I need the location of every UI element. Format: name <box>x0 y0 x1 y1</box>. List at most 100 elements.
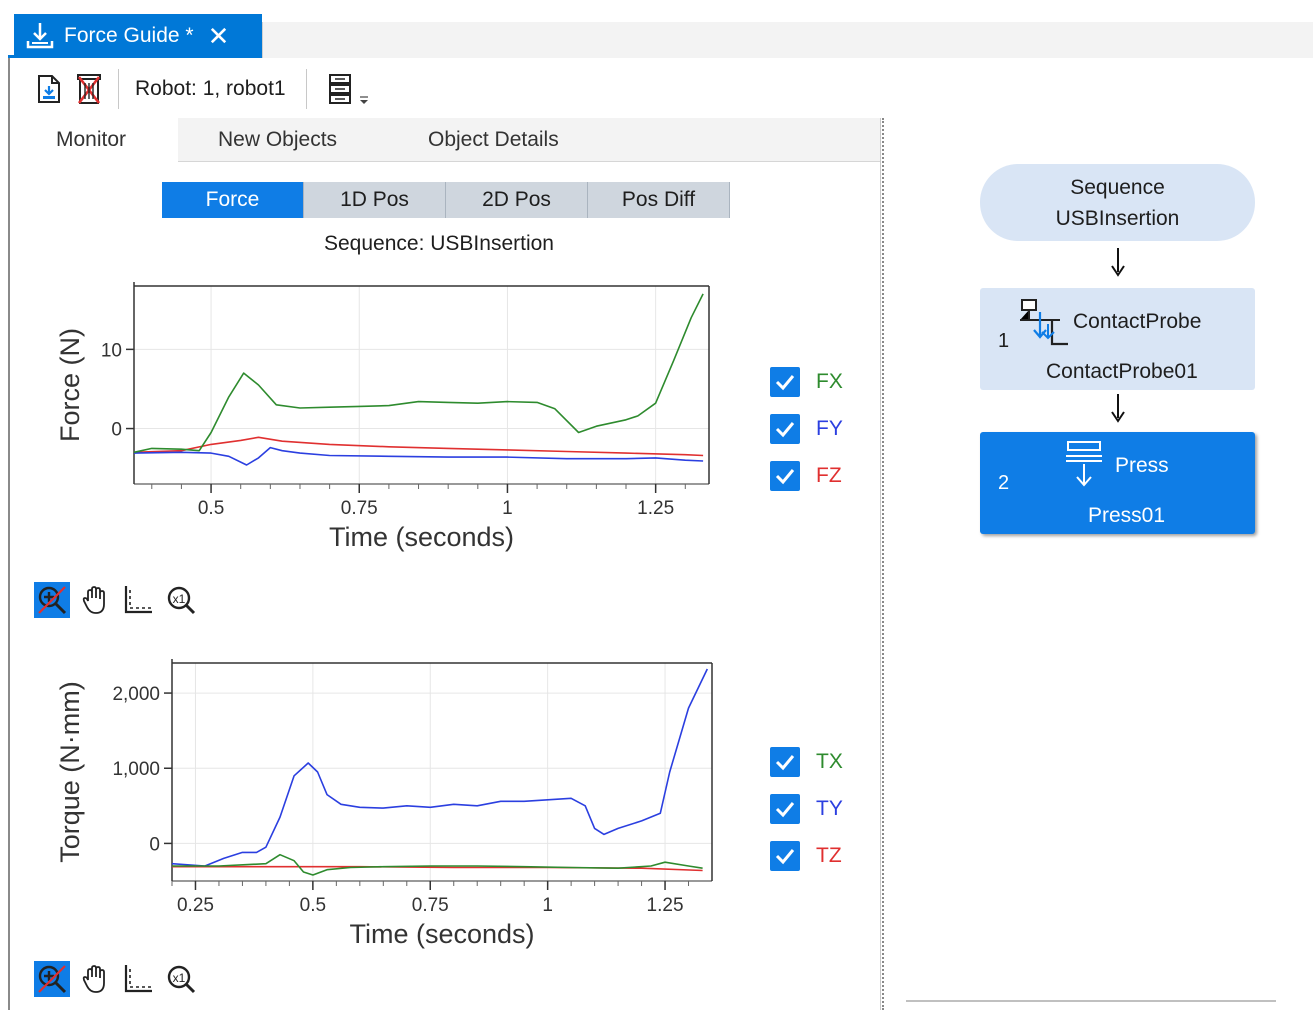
x-tick-label: 1 <box>502 498 513 519</box>
flow-arrow-down-icon <box>1111 248 1125 277</box>
toolbar-separator <box>118 69 119 109</box>
tab-monitor[interactable]: Monitor <box>14 118 178 162</box>
step-type-label: Press <box>1115 454 1169 477</box>
legend-label-fy: FY <box>816 416 843 440</box>
flow-arrow-down-icon <box>1111 394 1125 423</box>
zoom-in-icon <box>38 586 67 615</box>
sequence-node-name: USBInsertion <box>1055 207 1180 230</box>
view-tab-2d-pos[interactable]: 2D Pos <box>446 182 588 218</box>
force-legend: FX FY FZ <box>770 358 843 499</box>
view-tabs: Force 1D Pos 2D Pos Pos Diff <box>162 182 730 218</box>
legend-label-ty: TY <box>816 796 843 820</box>
legend-item-tx: TX <box>770 738 843 785</box>
zoom-reset-button[interactable]: x1 <box>163 582 199 618</box>
y-tick-label: 10 <box>101 340 122 361</box>
checkmark-icon <box>775 848 795 864</box>
sequence-node-title: Sequence <box>1070 176 1165 199</box>
step-node-press[interactable]: 2 Press Press01 <box>980 432 1255 534</box>
pan-hand-icon <box>82 965 105 993</box>
axis-select-icon <box>124 586 152 614</box>
y-tick-label: 0 <box>111 420 122 441</box>
svg-text:x1: x1 <box>173 592 186 606</box>
svg-text:x1: x1 <box>173 971 186 985</box>
toolbar-separator <box>305 69 307 109</box>
monitor-panel: Monitor New Objects Object Details Force… <box>14 118 880 1010</box>
x-tick-label: 0.5 <box>198 498 224 519</box>
delete-doc-button[interactable] <box>74 72 104 106</box>
contact-probe-icon <box>1020 299 1068 346</box>
x-tick-label: 1 <box>542 895 553 916</box>
force-chart[interactable]: 0.5 0.75 1 1.25 0 10 Time (seconds) Force (N) <box>34 278 734 563</box>
document-tab-strip: Force Guide * ✕ <box>8 10 1313 58</box>
document-tab-title: Force Guide * <box>64 24 194 47</box>
checkmark-icon <box>775 468 795 484</box>
checkmark-icon <box>775 421 795 437</box>
legend-label-fx: FX <box>816 369 843 393</box>
sequence-node[interactable]: Sequence USBInsertion <box>980 164 1255 241</box>
y-axis-label: Torque (N·mm) <box>55 681 85 863</box>
tz-checkbox[interactable] <box>770 840 800 871</box>
steps-list-button[interactable] <box>325 72 355 106</box>
tx-checkbox[interactable] <box>770 746 800 777</box>
close-icon[interactable]: ✕ <box>208 23 230 49</box>
tab-strip-background <box>262 22 1313 58</box>
press-icon <box>1066 441 1102 487</box>
zoom-in-icon <box>38 965 67 994</box>
fx-checkbox[interactable] <box>770 366 800 397</box>
pan-hand-icon <box>82 586 105 614</box>
checkmark-icon <box>775 754 795 770</box>
window-frame-left <box>8 10 10 1010</box>
x-tick-label: 0.75 <box>412 895 449 916</box>
zoom-reset-button[interactable]: x1 <box>163 961 199 997</box>
x-tick-label: 0.5 <box>300 895 326 916</box>
step-type-label: ContactProbe <box>1073 310 1202 333</box>
zoom-in-button[interactable] <box>34 961 70 997</box>
legend-item-fx: FX <box>770 358 843 405</box>
force-guide-icon <box>26 23 54 49</box>
axis-select-icon <box>124 965 152 993</box>
chevron-down-icon[interactable] <box>359 96 369 106</box>
axis-select-button[interactable] <box>120 582 156 618</box>
save-doc-button[interactable] <box>34 72 64 106</box>
step-number: 1 <box>998 330 1010 352</box>
step-node-contact-probe[interactable]: 1 ContactProbe ContactProbe01 <box>980 288 1255 390</box>
legend-label-tx: TX <box>816 749 843 773</box>
fz-checkbox[interactable] <box>770 460 800 491</box>
pan-button[interactable] <box>77 582 113 618</box>
step-name-label: ContactProbe01 <box>1046 360 1198 383</box>
panel-splitter[interactable] <box>882 118 885 1010</box>
force-chart-tools: x1 <box>34 582 206 618</box>
checkmark-icon <box>775 374 795 390</box>
zoom-in-button[interactable] <box>34 582 70 618</box>
view-tab-1d-pos[interactable]: 1D Pos <box>304 182 446 218</box>
y-tick-label: 0 <box>149 834 160 855</box>
x-tick-label: 0.25 <box>177 895 214 916</box>
zoom-reset-icon: x1 <box>167 586 196 615</box>
x-tick-label: 0.75 <box>341 498 378 519</box>
document-tab-force-guide[interactable]: Force Guide * ✕ <box>14 14 262 58</box>
x-axis-label: Time (seconds) <box>349 919 534 949</box>
tab-object-details[interactable]: Object Details <box>388 118 618 162</box>
tab-new-objects[interactable]: New Objects <box>178 118 388 162</box>
legend-item-fy: FY <box>770 405 843 452</box>
subtab-bar: Monitor New Objects Object Details <box>14 118 880 162</box>
view-tab-pos-diff[interactable]: Pos Diff <box>588 182 730 218</box>
torque-legend: TX TY TZ <box>770 738 843 879</box>
checkmark-icon <box>775 801 795 817</box>
view-tab-force[interactable]: Force <box>162 182 304 218</box>
x-tick-label: 1.25 <box>647 895 684 916</box>
save-doc-icon <box>38 75 60 103</box>
axis-select-button[interactable] <box>120 961 156 997</box>
torque-chart[interactable]: 0.25 0.5 0.75 1 1.25 0 1,000 2,000 Time (seconds… <box>34 653 734 949</box>
fy-checkbox[interactable] <box>770 413 800 444</box>
delete-doc-icon <box>77 74 101 104</box>
pan-button[interactable] <box>77 961 113 997</box>
legend-label-fz: FZ <box>816 463 842 487</box>
robot-selector[interactable]: Robot: 1, robot1 <box>129 77 292 101</box>
legend-item-tz: TZ <box>770 832 843 879</box>
torque-chart-tools: x1 <box>34 961 206 997</box>
legend-item-fz: FZ <box>770 452 843 499</box>
legend-item-ty: TY <box>770 785 843 832</box>
step-number: 2 <box>998 472 1010 494</box>
ty-checkbox[interactable] <box>770 793 800 824</box>
